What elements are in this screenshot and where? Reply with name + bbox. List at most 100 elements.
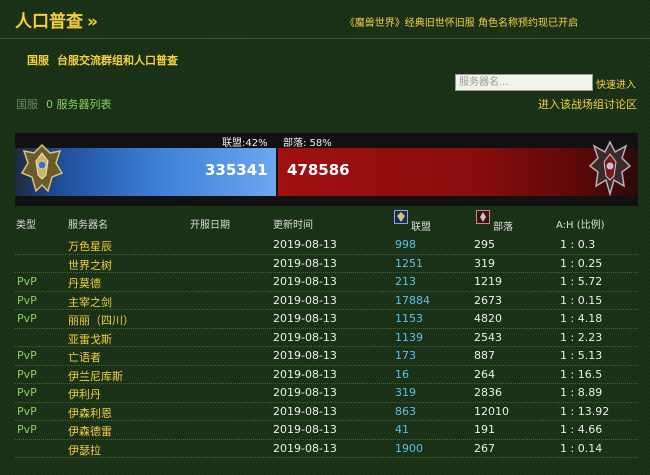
region-subtitle: 台服交流群组和人口普查 <box>57 54 178 67</box>
table-row[interactable]: 亚雷戈斯 2019-08-13 1139 2543 1 : 2.23 <box>15 328 638 347</box>
alliance-total: 335341 <box>205 161 268 179</box>
table-row[interactable]: PvP 丽丽（四川） 2019-08-13 1153 4820 1 : 4.18 <box>15 309 638 329</box>
faction-ratio: 1 : 0.15 <box>560 293 603 307</box>
server-name-link[interactable]: 主宰之剑 <box>68 294 112 310</box>
horde-count: 264 <box>474 367 495 381</box>
header-alliance[interactable]: 联盟 <box>411 218 431 233</box>
horde-crest-icon <box>588 140 632 196</box>
server-name-link[interactable]: 伊瑟拉 <box>68 442 101 458</box>
alliance-percent-label: 联盟:42% <box>222 138 268 149</box>
horde-count: 2836 <box>474 386 502 399</box>
server-name-link[interactable]: 伊森利恩 <box>68 405 112 421</box>
region-name: 国服 <box>27 54 49 67</box>
update-date: 2019-08-13 <box>273 275 337 288</box>
faction-ratio: 1 : 13.92 <box>560 404 610 418</box>
page-title-text: 人口普查 <box>15 12 83 32</box>
header-ratio[interactable]: A:H (比例) <box>556 216 605 231</box>
horde-count: 267 <box>474 441 495 455</box>
alliance-count: 1251 <box>395 256 423 270</box>
table-row[interactable]: 伊瑟拉 2019-08-13 1900 267 1 : 0.14 <box>15 439 638 458</box>
server-name-link[interactable]: 丽丽（四川） <box>68 312 134 328</box>
table-row[interactable]: PvP 伊森利恩 2019-08-13 863 12010 1 : 13.92 <box>15 402 638 421</box>
table-row[interactable]: PvP 伊利丹 2019-08-13 319 2836 1 : 8.89 <box>15 383 638 403</box>
header-open-date[interactable]: 开服日期 <box>190 216 230 231</box>
table-header: 类型 服务器名 开服日期 更新时间 联盟 部落 A:H (比例) <box>0 214 650 233</box>
faction-ratio: 1 : 4.18 <box>560 312 603 325</box>
region-breadcrumb: 国服 0 服务器列表 <box>16 96 112 112</box>
header-server-name[interactable]: 服务器名 <box>68 216 108 231</box>
region-title: 国服 台服交流群组和人口普查 <box>27 52 178 68</box>
top-notice-link[interactable]: 《魔兽世界》经典旧世怀旧服 角色名称预约现已开启 <box>345 14 578 29</box>
alliance-count: 319 <box>395 386 416 399</box>
table-row[interactable]: PvP 伊森德雷 2019-08-13 41 191 1 : 4.66 <box>15 420 638 440</box>
table-row[interactable]: 万色星辰 2019-08-13 998 295 1 : 0.3 <box>15 235 638 255</box>
update-date: 2019-08-13 <box>273 238 337 251</box>
server-name-link[interactable]: 亚雷戈斯 <box>68 331 112 347</box>
faction-ratio: 1 : 0.14 <box>560 441 603 455</box>
faction-ratio: 1 : 4.66 <box>560 423 603 436</box>
horde-count: 191 <box>474 423 495 436</box>
faction-ratio: 1 : 2.23 <box>560 330 603 344</box>
table-row[interactable]: PvP 伊兰尼库斯 2019-08-13 16 264 1 : 16.5 <box>15 365 638 384</box>
horde-count: 4820 <box>474 312 502 325</box>
server-type: PvP <box>17 404 37 418</box>
update-date: 2019-08-13 <box>273 386 337 399</box>
update-date: 2019-08-13 <box>273 367 337 381</box>
server-type: PvP <box>17 312 37 325</box>
table-row[interactable]: PvP 丹莫德 2019-08-13 213 1219 1 : 5.72 <box>15 272 638 292</box>
server-name-link[interactable]: 丹莫德 <box>68 275 101 291</box>
update-date: 2019-08-13 <box>273 256 337 270</box>
update-date: 2019-08-13 <box>273 423 337 436</box>
server-name-link[interactable]: 亡语者 <box>68 349 101 365</box>
server-name-link[interactable]: 伊利丹 <box>68 386 101 402</box>
horde-count: 2543 <box>474 330 502 344</box>
faction-ratio: 1 : 0.3 <box>560 238 596 251</box>
faction-ratio: 1 : 5.13 <box>560 349 603 362</box>
server-name-link[interactable]: 伊兰尼库斯 <box>68 368 123 384</box>
quick-enter-button[interactable]: 快速进入 <box>596 76 636 91</box>
server-search-input[interactable] <box>455 74 593 91</box>
discussion-link[interactable]: 进入该战场组讨论区 <box>538 96 637 112</box>
server-name-link[interactable]: 伊森德雷 <box>68 423 112 439</box>
server-type: PvP <box>17 349 37 362</box>
alliance-count: 41 <box>395 423 409 436</box>
faction-ratio: 1 : 8.89 <box>560 386 603 399</box>
alliance-count: 863 <box>395 404 416 418</box>
region-link[interactable]: 国服 <box>16 98 38 111</box>
update-date: 2019-08-13 <box>273 330 337 344</box>
alliance-count: 173 <box>395 349 416 362</box>
alliance-count: 1153 <box>395 312 423 325</box>
faction-ratio: 1 : 0.25 <box>560 256 603 270</box>
horde-percent-label: 部落: 58% <box>283 138 332 149</box>
alliance-crest-icon <box>20 143 64 193</box>
server-name-link[interactable]: 世界之树 <box>68 257 112 273</box>
header-horde[interactable]: 部落 <box>493 218 513 233</box>
horde-total: 478586 <box>287 161 350 179</box>
alliance-count: 1900 <box>395 441 423 455</box>
alliance-count: 16 <box>395 367 409 381</box>
alliance-small-icon <box>394 210 408 224</box>
server-type: PvP <box>17 423 37 436</box>
table-row[interactable]: PvP 主宰之剑 2019-08-13 17884 2673 1 : 0.15 <box>15 291 638 310</box>
horde-count: 319 <box>474 256 495 270</box>
server-type: PvP <box>17 293 37 307</box>
update-date: 2019-08-13 <box>273 312 337 325</box>
horde-count: 887 <box>474 349 495 362</box>
server-type: PvP <box>17 275 37 288</box>
horde-count: 1219 <box>474 275 502 288</box>
page-title[interactable]: 人口普查» <box>15 7 98 32</box>
alliance-count: 998 <box>395 238 416 251</box>
update-date: 2019-08-13 <box>273 441 337 455</box>
server-name-link[interactable]: 万色星辰 <box>68 238 112 254</box>
server-type: PvP <box>17 367 37 381</box>
faction-ratio: 1 : 5.72 <box>560 275 603 288</box>
horde-count: 12010 <box>474 404 509 418</box>
header-type[interactable]: 类型 <box>16 216 36 231</box>
table-row[interactable]: 世界之树 2019-08-13 1251 319 1 : 0.25 <box>15 254 638 273</box>
faction-ratio: 1 : 16.5 <box>560 367 603 381</box>
breadcrumb-arrow: » <box>87 12 98 32</box>
table-row[interactable]: PvP 亡语者 2019-08-13 173 887 1 : 5.13 <box>15 346 638 366</box>
horde-count: 295 <box>474 238 495 251</box>
server-list-link[interactable]: 0 服务器列表 <box>46 98 112 111</box>
header-update-time[interactable]: 更新时间 <box>273 216 313 231</box>
